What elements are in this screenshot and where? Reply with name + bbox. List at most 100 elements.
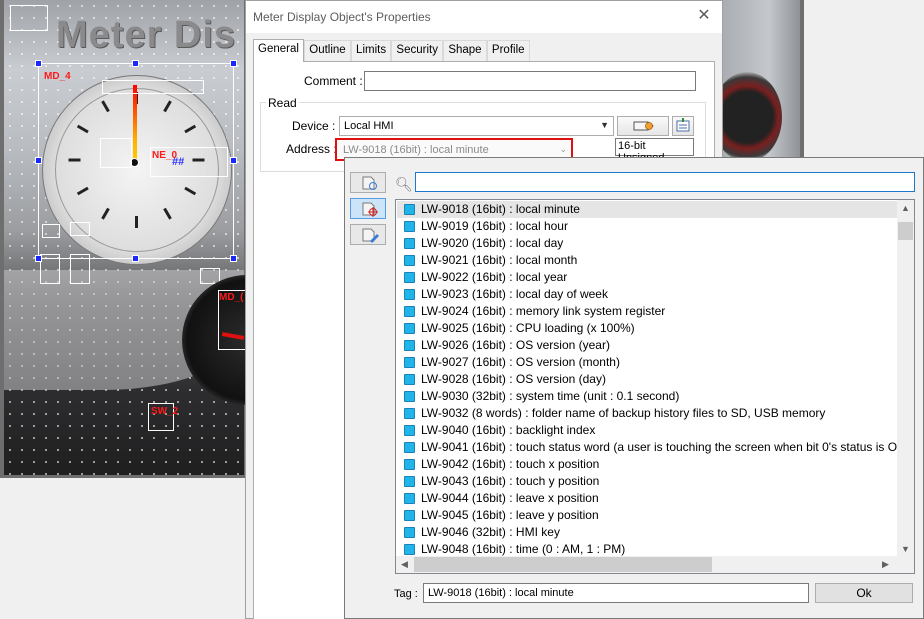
search-icon: 🔍︎	[395, 176, 413, 192]
register-icon	[404, 238, 415, 249]
comment-field[interactable]	[364, 71, 696, 91]
canvas-corner-object[interactable]	[10, 5, 48, 31]
address-list-item[interactable]: LW-9030 (32bit) : system time (unit : 0.…	[397, 388, 897, 405]
address-list-item[interactable]: LW-9045 (16bit) : leave y position	[397, 507, 897, 524]
address-list-item-label: LW-9045 (16bit) : leave y position	[421, 508, 599, 522]
address-list-item[interactable]: LW-9026 (16bit) : OS version (year)	[397, 337, 897, 354]
scroll-down-icon[interactable]: ▼	[897, 544, 914, 554]
chevron-down-icon: ⌄	[559, 144, 567, 154]
address-list-item[interactable]: LW-9042 (16bit) : touch x position	[397, 456, 897, 473]
close-icon[interactable]: ✕	[692, 5, 716, 27]
resize-handle[interactable]	[35, 255, 42, 262]
resize-handle[interactable]	[35, 60, 42, 67]
vertical-scrollbar[interactable]: ▲ ▼	[897, 200, 914, 557]
register-icon	[404, 510, 415, 521]
resize-handle[interactable]	[230, 255, 237, 262]
resize-handle[interactable]	[230, 157, 237, 164]
tab-security[interactable]: Security	[391, 40, 443, 61]
register-icon	[404, 442, 415, 453]
resize-handle[interactable]	[35, 157, 42, 164]
address-list-item[interactable]: LW-9023 (16bit) : local day of week	[397, 286, 897, 303]
scroll-left-icon[interactable]: ◀	[396, 559, 413, 570]
selection-frame	[38, 63, 234, 259]
address-select-value: LW-9018 (16bit) : local minute	[343, 144, 489, 156]
scroll-right-icon[interactable]: ▶	[877, 559, 894, 570]
tag-edit-icon	[362, 228, 379, 243]
tag-add-icon	[362, 176, 377, 190]
dialog-titlebar[interactable]: Meter Display Object's Properties ✕	[246, 1, 722, 33]
address-list-item-label: LW-9044 (16bit) : leave x position	[421, 491, 599, 505]
tag-target-icon	[362, 202, 378, 217]
resize-handle[interactable]	[132, 60, 139, 67]
tab-outline[interactable]: Outline	[304, 40, 351, 61]
device-label: Device :	[292, 119, 336, 133]
address-list-item-label: LW-9019 (16bit) : local hour	[421, 219, 568, 233]
search-input[interactable]	[415, 172, 915, 192]
numeric-placeholder-label: ##	[172, 156, 185, 168]
address-list-item[interactable]: LW-9018 (16bit) : local minute	[397, 201, 897, 218]
address-target-button[interactable]	[350, 198, 386, 219]
address-list-item[interactable]: LW-9043 (16bit) : touch y position	[397, 473, 897, 490]
tab-strip: General Outline Limits Security Shape Pr…	[253, 39, 530, 62]
canvas-right-edge	[800, 0, 804, 160]
register-icon	[404, 272, 415, 283]
address-list-item[interactable]: LW-9021 (16bit) : local month	[397, 252, 897, 269]
tab-profile[interactable]: Profile	[486, 40, 530, 61]
address-list-item-label: LW-9024 (16bit) : memory link system reg…	[421, 304, 666, 318]
address-list-item[interactable]: LW-9024 (16bit) : memory link system reg…	[397, 303, 897, 320]
horizontal-scrollbar[interactable]: ◀ ▶	[396, 556, 914, 573]
object-id-label: SW_2	[151, 406, 179, 417]
register-icon	[404, 323, 415, 334]
address-list-item[interactable]: LW-9044 (16bit) : leave x position	[397, 490, 897, 507]
address-list-item[interactable]: LW-9020 (16bit) : local day	[397, 235, 897, 252]
address-list-item[interactable]: LW-9046 (32bit) : HMI key	[397, 524, 897, 541]
register-icon	[404, 204, 415, 215]
tab-shape[interactable]: Shape	[443, 40, 487, 61]
address-list-item[interactable]: LW-9022 (16bit) : local year	[397, 269, 897, 286]
address-list-item-label: LW-9027 (16bit) : OS version (month)	[421, 355, 620, 369]
scroll-up-icon[interactable]: ▲	[897, 203, 914, 213]
address-list-item[interactable]: LW-9041 (16bit) : touch status word (a u…	[397, 439, 906, 456]
register-icon	[404, 391, 415, 402]
address-picker-popup: 🔍︎ LW-9018 (16bit) : local minute LW-9019…	[344, 157, 924, 619]
address-listbox[interactable]: LW-9018 (16bit) : local minute LW-9019 (1…	[395, 199, 915, 574]
address-list-item-label: LW-9020 (16bit) : local day	[421, 236, 564, 250]
horizontal-scroll-thumb[interactable]	[414, 557, 712, 572]
register-icon	[404, 374, 415, 385]
register-icon	[404, 221, 415, 232]
edit-address-button[interactable]	[350, 224, 386, 245]
tab-limits[interactable]: Limits	[351, 40, 392, 61]
address-list-item-label: LW-9026 (16bit) : OS version (year)	[421, 338, 610, 352]
address-list-item-label: LW-9018 (16bit) : local minute	[421, 202, 580, 216]
register-icon	[404, 289, 415, 300]
resize-handle[interactable]	[132, 255, 139, 262]
screen: Meter Dis MD_4 NE_0 ## MD_( SW_2 Meter D…	[0, 0, 924, 619]
tab-general[interactable]: General	[253, 39, 304, 62]
eraser-tag-icon	[633, 121, 654, 131]
address-list-item-label: LW-9025 (16bit) : CPU loading (x 100%)	[421, 321, 635, 335]
device-list-icon	[676, 118, 690, 132]
address-list-item[interactable]: LW-9028 (16bit) : OS version (day)	[397, 371, 897, 388]
register-icon	[404, 306, 415, 317]
address-list-item[interactable]: LW-9025 (16bit) : CPU loading (x 100%)	[397, 320, 897, 337]
add-address-button[interactable]	[350, 172, 386, 193]
comment-label: Comment :	[304, 74, 363, 88]
device-select[interactable]: Local HMI ▼	[339, 116, 614, 136]
resize-handle[interactable]	[230, 60, 237, 67]
register-icon	[404, 544, 415, 555]
address-list-item[interactable]: LW-9032 (8 words) : folder name of backu…	[397, 405, 897, 422]
device-settings-button[interactable]	[617, 116, 669, 136]
address-list-item[interactable]: LW-9027 (16bit) : OS version (month)	[397, 354, 897, 371]
address-list-item-label: LW-9048 (16bit) : time (0 : AM, 1 : PM)	[421, 542, 626, 556]
data-format-field[interactable]: 16-bit Unsigned	[615, 138, 694, 164]
device-list-button[interactable]	[672, 116, 694, 136]
address-list-item[interactable]: LW-9040 (16bit) : backlight index	[397, 422, 897, 439]
address-list-item-label: LW-9023 (16bit) : local day of week	[421, 287, 608, 301]
register-icon	[404, 425, 415, 436]
tag-field[interactable]: LW-9018 (16bit) : local minute	[423, 583, 809, 603]
vertical-scroll-thumb[interactable]	[898, 222, 913, 240]
object-id-label: MD_4	[44, 71, 71, 82]
register-icon	[404, 476, 415, 487]
ok-button[interactable]: Ok	[815, 583, 913, 603]
address-list-item[interactable]: LW-9019 (16bit) : local hour	[397, 218, 897, 235]
